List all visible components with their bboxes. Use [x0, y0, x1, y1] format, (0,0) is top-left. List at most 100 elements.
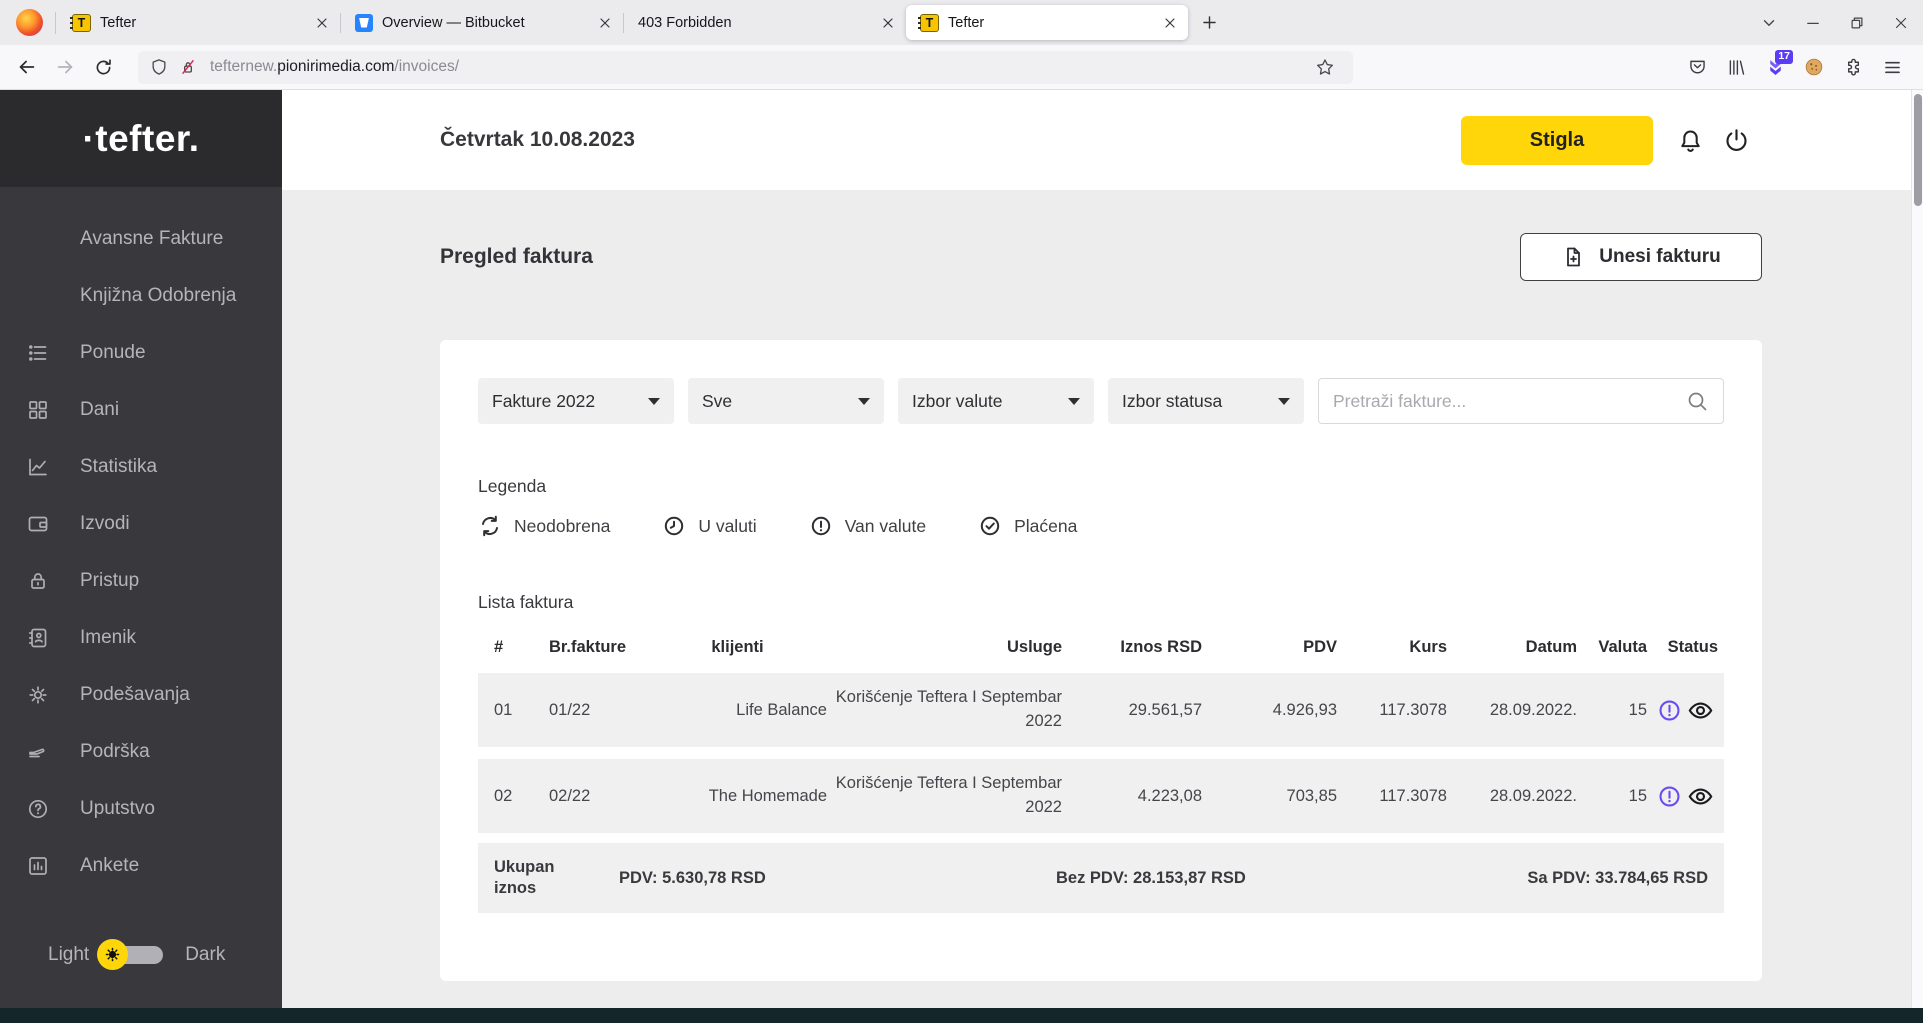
- check-circle-icon: [978, 514, 1002, 538]
- bookmark-star-icon[interactable]: [1314, 56, 1336, 78]
- view-invoice-eye-icon[interactable]: [1687, 697, 1714, 724]
- theme-light-label: Light: [48, 944, 90, 965]
- tab-title: Overview — Bitbucket: [382, 14, 525, 31]
- tab-403-forbidden[interactable]: 403 Forbidden: [624, 5, 906, 40]
- col-kurs: Kurs: [1409, 637, 1447, 656]
- add-invoice-button[interactable]: Unesi fakturu: [1520, 233, 1762, 281]
- sidebar-item-podrska[interactable]: Podrška: [0, 723, 282, 780]
- view-invoice-eye-icon[interactable]: [1687, 783, 1714, 810]
- line-chart-icon: [26, 455, 50, 479]
- tab-close-icon[interactable]: [880, 15, 896, 31]
- col-status: Status: [1667, 637, 1718, 656]
- sidebar-item-podesavanja[interactable]: Podešavanja: [0, 666, 282, 723]
- url-text: tefternew.pionirimedia.com/invoices/: [210, 58, 460, 75]
- search-box: [1318, 378, 1724, 424]
- sidebar-item-knjizna-odobrenja[interactable]: Knjižna Odobrenja: [0, 267, 282, 324]
- restore-button[interactable]: [1835, 6, 1879, 40]
- page-title: Pregled faktura: [440, 245, 593, 268]
- insecure-lock-icon[interactable]: [177, 56, 199, 78]
- sidebar-item-ankete[interactable]: Ankete: [0, 837, 282, 894]
- totals-label: Ukupan iznos: [494, 858, 555, 897]
- sidebar-item-imenik[interactable]: Imenik: [0, 609, 282, 666]
- sidebar-item-avansne-fakture[interactable]: Avansne Fakture: [0, 210, 282, 267]
- bitbucket-favicon: [355, 13, 373, 32]
- clock-icon: [662, 514, 686, 538]
- legend-item-u-valuti: U valuti: [662, 514, 757, 538]
- list-icon: [26, 341, 50, 365]
- legend-title: Legenda: [478, 476, 547, 496]
- legend-row: Neodobrena U valuti Van valute Plaćena: [478, 514, 1724, 538]
- sidebar-item-statistika[interactable]: Statistika: [0, 438, 282, 495]
- page-content: Pregled faktura Unesi fakturu Fakture 20…: [282, 190, 1911, 981]
- tab-tefter-1[interactable]: T Tefter: [58, 5, 340, 40]
- stigla-button[interactable]: Stigla: [1461, 115, 1653, 165]
- tab-bitbucket[interactable]: Overview — Bitbucket: [341, 5, 623, 40]
- tefter-favicon: T: [70, 13, 91, 32]
- table-title: Lista faktura: [478, 592, 574, 612]
- table-row: 01 01/22 Life Balance Korišćenje Teftera…: [478, 673, 1724, 747]
- status-van-valute-icon[interactable]: [1657, 784, 1682, 809]
- shield-icon[interactable]: [148, 56, 170, 78]
- reload-button[interactable]: [86, 50, 120, 84]
- status-van-valute-icon[interactable]: [1657, 698, 1682, 723]
- search-input[interactable]: [1333, 390, 1685, 412]
- cookie-icon[interactable]: [1799, 52, 1829, 82]
- theme-toggle[interactable]: [97, 939, 164, 970]
- legend-item-neodobrena: Neodobrena: [478, 514, 610, 538]
- list-all-tabs-button[interactable]: [1747, 6, 1791, 40]
- extensions-puzzle-icon[interactable]: [1838, 52, 1868, 82]
- minimize-button[interactable]: [1791, 6, 1835, 40]
- filters-row: Fakture 2022 Sve Izbor valute Izbor stat…: [478, 378, 1724, 424]
- tab-title: Tefter: [948, 14, 985, 31]
- sidebar-item-izvodi[interactable]: Izvodi: [0, 495, 282, 552]
- pocket-icon[interactable]: [1682, 52, 1712, 82]
- tab-close-icon[interactable]: [597, 15, 613, 31]
- sidebar-nav: Avansne Fakture Knjižna Odobrenja Ponude…: [0, 187, 282, 894]
- table-footer-totals: Ukupan iznos PDV: 5.630,78 RSD Bez PDV: …: [478, 843, 1724, 913]
- chevron-down-icon: [1278, 397, 1290, 405]
- back-button[interactable]: [10, 50, 44, 84]
- search-icon[interactable]: [1685, 389, 1709, 413]
- col-num: #: [494, 637, 504, 656]
- new-tab-button[interactable]: [1194, 8, 1224, 38]
- notifications-bell-icon[interactable]: [1675, 125, 1705, 155]
- legend-item-placena: Plaćena: [978, 514, 1077, 538]
- app-header: Četvrtak 10.08.2023 Stigla: [282, 90, 1911, 190]
- support-hand-icon: [26, 740, 50, 764]
- download-extension-icon[interactable]: 17: [1760, 50, 1793, 82]
- status-filter-dropdown[interactable]: Izbor statusa: [1108, 378, 1304, 424]
- scrollbar-thumb[interactable]: [1914, 94, 1922, 206]
- tab-tefter-active[interactable]: T Tefter: [906, 5, 1188, 40]
- library-icon[interactable]: [1721, 52, 1751, 82]
- poll-chart-icon: [26, 854, 50, 878]
- logout-power-icon[interactable]: [1721, 125, 1751, 155]
- tab-close-icon[interactable]: [1162, 15, 1178, 31]
- url-bar[interactable]: tefternew.pionirimedia.com/invoices/: [138, 50, 1353, 84]
- client-filter-dropdown[interactable]: Sve: [688, 378, 884, 424]
- address-book-icon: [26, 626, 50, 650]
- page-bottom-strip: [0, 1008, 1923, 1023]
- sidebar-item-ponude[interactable]: Ponude: [0, 324, 282, 381]
- col-klijenti: klijenti: [711, 637, 764, 656]
- close-window-button[interactable]: [1879, 6, 1923, 40]
- forward-button[interactable]: [48, 50, 82, 84]
- tab-close-icon[interactable]: [314, 15, 330, 31]
- extensions-bar: 17: [1682, 50, 1913, 82]
- app-logo: ·tefter.: [0, 90, 282, 187]
- sidebar-item-dani[interactable]: Dani: [0, 381, 282, 438]
- menu-hamburger-icon[interactable]: [1877, 52, 1907, 82]
- currency-filter-dropdown[interactable]: Izbor valute: [898, 378, 1094, 424]
- grid-icon: [26, 398, 50, 422]
- total-bez-pdv: Bez PDV: 28.153,87 RSD: [1056, 868, 1246, 887]
- col-datum: Datum: [1525, 637, 1577, 656]
- year-filter-dropdown[interactable]: Fakture 2022: [478, 378, 674, 424]
- total-pdv: PDV: 5.630,78 RSD: [619, 868, 766, 887]
- page-scrollbar[interactable]: [1911, 90, 1923, 1008]
- sidebar-item-uputstvo[interactable]: Uputstvo: [0, 780, 282, 837]
- tab-title: Tefter: [100, 14, 137, 31]
- tefter-favicon: T: [918, 13, 939, 32]
- navigation-toolbar: tefternew.pionirimedia.com/invoices/ 17: [0, 45, 1923, 90]
- col-iznos-rsd: Iznos RSD: [1120, 637, 1202, 656]
- file-plus-icon: [1561, 245, 1585, 269]
- sidebar-item-pristup[interactable]: Pristup: [0, 552, 282, 609]
